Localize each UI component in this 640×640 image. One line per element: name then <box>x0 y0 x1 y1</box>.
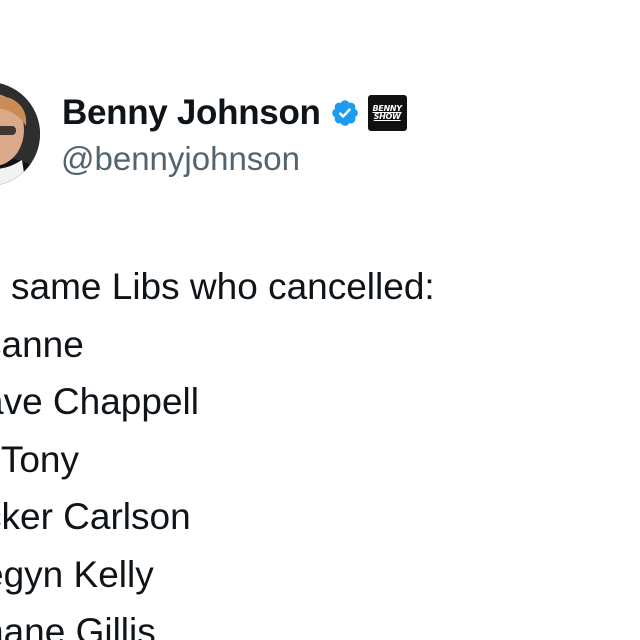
profile-photo-avatar-icon <box>0 82 40 186</box>
avatar[interactable] <box>0 82 40 186</box>
tweet-body: same Libs who cancelled: sanne ave Chapp… <box>0 258 640 640</box>
author-handle[interactable]: @bennyjohnson <box>61 140 300 178</box>
benny-show-logo-icon: BENNY SHOW <box>367 95 407 131</box>
tweet-card: Benny Johnson BENNY SHOW @bennyjohnson s… <box>0 0 640 640</box>
tweet-line: l Tony <box>0 438 79 480</box>
tweet-line: egyn Kelly <box>0 553 154 595</box>
author-name-row: Benny Johnson BENNY SHOW <box>62 92 407 134</box>
tweet-line: ave Chappell <box>0 381 199 422</box>
tweet-line: nane Gillis <box>0 611 156 640</box>
tweet-line: same Libs who cancelled: <box>11 266 435 307</box>
badge-line-2: SHOW <box>373 112 401 121</box>
verified-badge-icon <box>330 98 360 128</box>
tweet-line: sanne <box>0 323 84 365</box>
author-display-name[interactable]: Benny Johnson <box>62 93 321 133</box>
tweet-line: cker Carlson <box>0 496 191 537</box>
